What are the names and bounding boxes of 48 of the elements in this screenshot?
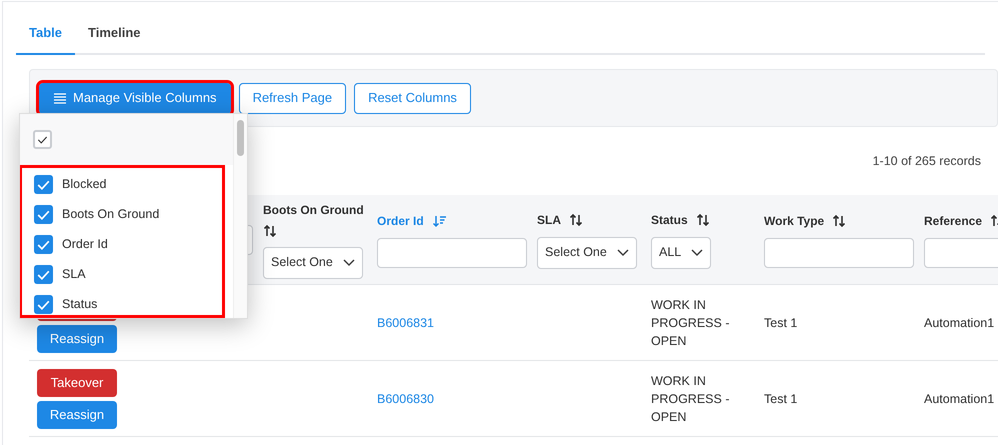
takeover-button[interactable]: Takeover: [37, 368, 117, 396]
column-header[interactable]: Order Id: [377, 212, 424, 230]
filter-input[interactable]: [377, 238, 527, 268]
checkbox[interactable]: [34, 264, 53, 284]
checkbox[interactable]: [34, 174, 53, 194]
checkbox[interactable]: [34, 294, 53, 314]
sort-icon[interactable]: [696, 212, 711, 228]
checkbox[interactable]: [34, 204, 53, 224]
sort-icon[interactable]: [569, 212, 584, 228]
filter-dropdown[interactable]: Select One: [263, 246, 363, 278]
checkbox-label: Status: [62, 296, 98, 313]
sort-icon[interactable]: [263, 222, 278, 238]
table-cell: Automation1: [924, 392, 994, 406]
reassign-button[interactable]: Reassign: [37, 324, 117, 352]
record-count: 1-10 of 265 records: [872, 152, 981, 170]
checkbox-label: Blocked: [62, 176, 106, 193]
table-cell-text: WORK IN PROGRESS - OPEN: [651, 296, 730, 350]
checkbox-label: Boots On Ground: [62, 206, 160, 223]
table-cell-text: WORK IN PROGRESS - OPEN: [651, 372, 730, 426]
select-all-checkbox[interactable]: [33, 130, 52, 149]
order-link[interactable]: B6006831: [377, 316, 434, 330]
filter-dropdown[interactable]: ALL: [651, 236, 712, 268]
sort-icon[interactable]: [832, 212, 848, 228]
column-header[interactable]: Status: [651, 210, 688, 228]
checkbox-label: SLA: [62, 266, 86, 283]
order-link[interactable]: B6006830: [377, 392, 434, 406]
chevron-down-icon: [691, 248, 704, 256]
tab[interactable]: Timeline: [75, 2, 154, 55]
column-header[interactable]: SLA: [537, 210, 561, 228]
column-header[interactable]: Reference: [924, 212, 982, 230]
filter-dropdown[interactable]: Select One: [537, 236, 637, 268]
tab[interactable]: Table: [16, 2, 75, 55]
chevron-down-icon: [616, 248, 629, 256]
scrollbar-thumb[interactable]: [237, 120, 244, 156]
button[interactable]: Reset Columns: [354, 82, 471, 114]
checkbox-label: Order Id: [62, 236, 108, 253]
chevron-down-icon: [342, 258, 355, 266]
table-cell: Test 1: [764, 316, 798, 330]
button[interactable]: Refresh Page: [238, 82, 346, 114]
column-header[interactable]: Boots On Ground: [263, 200, 364, 218]
filter-input[interactable]: [764, 238, 914, 268]
table-cell: Test 1: [764, 392, 798, 406]
button[interactable]: Manage Visible Columns: [39, 82, 231, 114]
menu-icon: [53, 92, 67, 104]
column-header[interactable]: Work Type: [764, 212, 824, 230]
checkbox[interactable]: [34, 234, 53, 254]
reassign-button[interactable]: Reassign: [37, 400, 117, 428]
table-cell: Automation1: [924, 316, 994, 330]
